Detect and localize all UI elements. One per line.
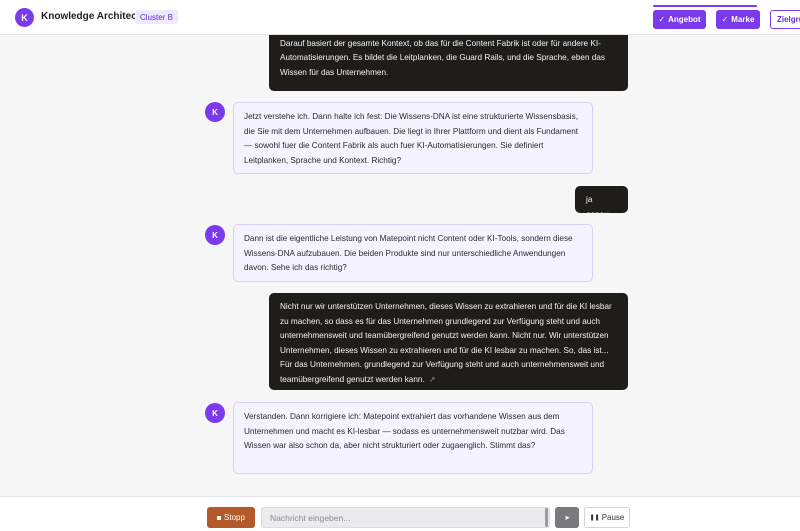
stop-icon <box>217 515 222 520</box>
stop-label: Stopp <box>224 513 245 522</box>
send-button[interactable]: ➤ <box>555 507 579 528</box>
app-header: K Knowledge Architect Cluster B ✓ Angebo… <box>0 0 800 35</box>
message-text: ja genau <box>586 195 609 219</box>
progress-bar <box>653 5 757 7</box>
assistant-avatar: K <box>205 403 225 423</box>
assistant-message: Verstanden. Dann korrigiere ich: Matepoi… <box>233 402 593 474</box>
message-input[interactable] <box>261 507 550 528</box>
step-zielgruppe[interactable]: Zielgruppe <box>770 10 800 29</box>
message-text: Die DNA bzw. das Wissen liegt grundlegen… <box>280 38 605 77</box>
check-icon: ✓ <box>721 15 729 24</box>
assistant-message: Dann ist die eigentliche Leistung von Ma… <box>233 224 593 282</box>
composer-bar: Stopp ➤ ❚❚ Pause <box>0 496 800 531</box>
user-message: Die DNA bzw. das Wissen liegt grundlegen… <box>269 35 628 91</box>
assistant-avatar: K <box>205 225 225 245</box>
user-message: Nicht nur wir unterstützen Unternehmen, … <box>269 293 628 390</box>
user-message: ja genau <box>575 186 628 219</box>
edit-icon[interactable]: ↗ <box>429 375 436 384</box>
pause-label: Pause <box>601 513 625 522</box>
chat-area[interactable]: Die DNA bzw. das Wissen liegt grundlegen… <box>0 35 800 496</box>
step-label: Marke <box>731 15 755 24</box>
stop-button[interactable]: Stopp <box>207 507 255 528</box>
check-icon: ✓ <box>658 15 666 24</box>
assistant-avatar: K <box>205 102 225 122</box>
step-label: Zielgruppe <box>777 15 800 24</box>
message-text: Verstanden. Dann korrigiere ich: Matepoi… <box>244 412 565 450</box>
step-marke[interactable]: ✓ Marke <box>716 10 760 29</box>
message-text: Nicht nur wir unterstützen Unternehmen, … <box>280 302 612 384</box>
pause-icon: ❚❚ <box>589 515 600 521</box>
assistant-message: Jetzt verstehe ich. Dann halte ich fest:… <box>233 102 593 174</box>
cluster-badge: Cluster B <box>135 10 178 24</box>
agent-avatar: K <box>15 8 34 27</box>
pause-button[interactable]: ❚❚ Pause <box>584 507 630 528</box>
input-scrollbar[interactable] <box>545 508 548 527</box>
send-icon: ➤ <box>564 514 570 522</box>
step-angebot[interactable]: ✓ Angebot <box>653 10 706 29</box>
message-text: Jetzt verstehe ich. Dann halte ich fest:… <box>244 112 579 165</box>
message-text: Dann ist die eigentliche Leistung von Ma… <box>244 234 573 272</box>
step-label: Angebot <box>668 15 701 24</box>
app-title: Knowledge Architect <box>41 11 141 22</box>
